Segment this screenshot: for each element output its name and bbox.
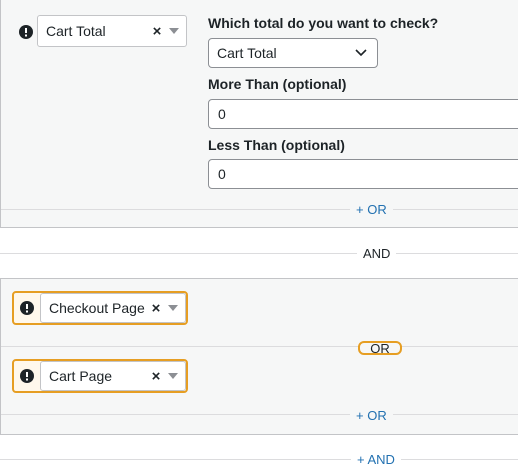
condition-type-label: Checkout Page (49, 300, 145, 316)
add-or-button[interactable]: + OR (350, 202, 393, 217)
condition-type-label: Cart Page (49, 368, 113, 384)
clear-icon[interactable]: × (149, 368, 163, 385)
clear-icon[interactable]: × (150, 23, 164, 40)
add-and-button[interactable]: + AND (351, 452, 401, 467)
add-or-button[interactable]: + OR (350, 408, 393, 423)
less-than-input[interactable]: 0 (208, 159, 518, 189)
chevron-down-icon (166, 23, 182, 39)
condition-group-2: Checkout Page × OR Cart Page × + OR (0, 278, 518, 435)
warning-icon (20, 301, 34, 315)
and-label: AND (357, 246, 397, 261)
total-type-value: Cart Total (217, 45, 277, 61)
total-type-dropdown[interactable]: Cart Total (208, 38, 378, 68)
chevron-down-icon (165, 368, 181, 384)
and-divider-line (0, 253, 518, 254)
condition-row-checkout-page: Checkout Page × (12, 291, 188, 325)
condition-type-select[interactable]: Cart Total × (37, 15, 187, 47)
chevron-down-icon (353, 49, 369, 57)
more-than-input[interactable]: 0 (208, 99, 518, 129)
add-and-divider-line (0, 459, 518, 460)
divider (1, 414, 518, 415)
condition-type-label: Cart Total (46, 23, 106, 39)
chevron-down-icon (165, 300, 181, 316)
condition-type-select[interactable]: Cart Page × (40, 361, 186, 391)
condition-type-select[interactable]: Checkout Page × (40, 293, 186, 323)
warning-icon (20, 369, 34, 383)
more-than-label: More Than (optional) (208, 76, 347, 92)
or-separator: OR (358, 341, 402, 355)
or-divider-line (1, 346, 518, 347)
total-question-label: Which total do you want to check? (208, 15, 439, 31)
condition-group-1: Cart Total × Which total do you want to … (0, 0, 518, 228)
divider (1, 209, 518, 210)
warning-icon (19, 25, 33, 39)
clear-icon[interactable]: × (149, 300, 163, 317)
condition-row-cart-page: Cart Page × (12, 359, 188, 393)
less-than-label: Less Than (optional) (208, 137, 345, 153)
